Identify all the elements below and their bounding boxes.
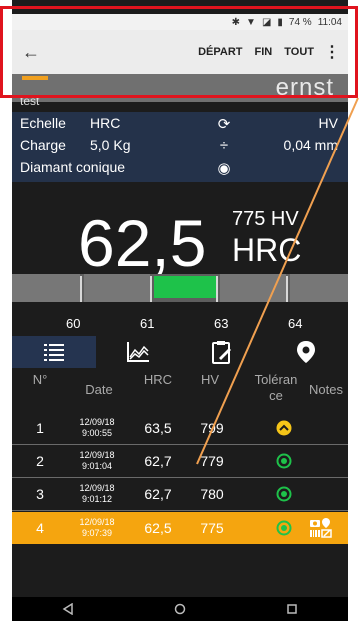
divide-icon: ÷ (219, 137, 229, 154)
col-hrc: HRC (143, 372, 173, 387)
location-tab[interactable] (264, 336, 348, 368)
col-number: N° (32, 372, 48, 387)
scale-divider (216, 276, 218, 302)
table-row-selected[interactable]: 4 12/09/18 9:07:39 62,5 775 (12, 512, 348, 544)
table-row[interactable]: 1 12/09/18 9:00:55 63,5 799 (12, 412, 348, 445)
fin-button[interactable]: FIN (255, 46, 273, 58)
scale-tick: 60 (66, 316, 81, 331)
indenter-label: Diamant conique (20, 159, 126, 175)
view-tabs (12, 336, 348, 368)
hardness-value: 62,5 (78, 206, 207, 280)
hardness-unit: HRC (232, 232, 302, 268)
depth-value: 0,04 mm (283, 137, 338, 153)
arrow-left-icon[interactable]: ← (22, 42, 52, 63)
list-icon (44, 344, 64, 361)
tolerance-above-icon (276, 420, 292, 436)
kebab-menu-icon[interactable]: ⋮ (324, 42, 340, 62)
battery-icon: ▮ (277, 16, 283, 28)
clipboard-tab[interactable] (180, 336, 264, 368)
action-bar: ← DÉPART FIN TOUT ⋮ (12, 30, 348, 74)
col-date: Date (85, 382, 113, 397)
phone-screen: ✱ ▼ ◪ ▮ 74 % 11:04 ← DÉPART FIN TOUT ⋮ e… (12, 0, 348, 621)
table-row[interactable]: 3 12/09/18 9:01:12 62,7 780 (12, 478, 348, 511)
location-pin-icon (297, 341, 315, 363)
tout-button[interactable]: TOUT (284, 46, 314, 58)
scale-divider (80, 276, 82, 302)
tolerance-ok-icon (276, 520, 292, 536)
col-tolerance: Toléran ce (254, 372, 298, 403)
load-value: 5,0 Kg (90, 137, 131, 153)
scale-label: Echelle (20, 115, 66, 131)
scale-divider (286, 276, 288, 302)
header-accent (22, 76, 48, 80)
status-bar: ✱ ▼ ◪ ▮ 74 % 11:04 (12, 14, 348, 30)
right-scale: HV (318, 115, 338, 131)
home-circle-icon[interactable] (174, 603, 186, 615)
scale-segment (12, 274, 80, 302)
system-nav-bar (12, 597, 348, 621)
list-tab[interactable] (12, 336, 96, 368)
bluetooth-icon: ✱ (231, 16, 241, 28)
scale-segment (84, 274, 150, 302)
col-hv: HV (200, 372, 220, 387)
table-row[interactable]: 2 12/09/18 9:01:04 62,7 779 (12, 445, 348, 478)
scale-segment (290, 274, 348, 302)
col-notes: Notes (309, 382, 343, 397)
tolerance-ok-icon (276, 486, 292, 502)
scale-segment-active (154, 276, 216, 298)
scale-divider (150, 276, 152, 302)
chart-tab[interactable] (96, 336, 180, 368)
test-parameters-panel[interactable]: Echelle HRC ⟳ HV Charge 5,0 Kg ÷ 0,04 mm… (12, 112, 348, 182)
scale-tick: 61 (140, 316, 155, 331)
scale-value: HRC (90, 115, 121, 131)
chart-icon (127, 342, 149, 362)
battery-level: 74 % (288, 16, 312, 28)
no-sim-icon: ◪ (261, 16, 272, 28)
scale-tick: 63 (214, 316, 229, 331)
indenter-icon: ◉ (217, 160, 231, 177)
recents-square-icon[interactable] (286, 603, 298, 615)
depart-button[interactable]: DÉPART (198, 46, 242, 58)
brand-logo: ernst (275, 74, 334, 101)
tolerance-ok-icon (276, 453, 292, 469)
scale-segment (220, 274, 286, 302)
refresh-icon: ⟳ (217, 116, 231, 133)
sample-name: test (20, 94, 40, 108)
back-triangle-icon[interactable] (62, 603, 74, 615)
load-label: Charge (20, 137, 66, 153)
scale-tick: 64 (288, 316, 303, 331)
clipboard-icon (212, 341, 231, 364)
wifi-icon: ▼ (246, 16, 256, 28)
hv-value: 775 HV (232, 208, 299, 230)
clock: 11:04 (317, 16, 342, 28)
notes-attachments-icon (310, 518, 332, 538)
